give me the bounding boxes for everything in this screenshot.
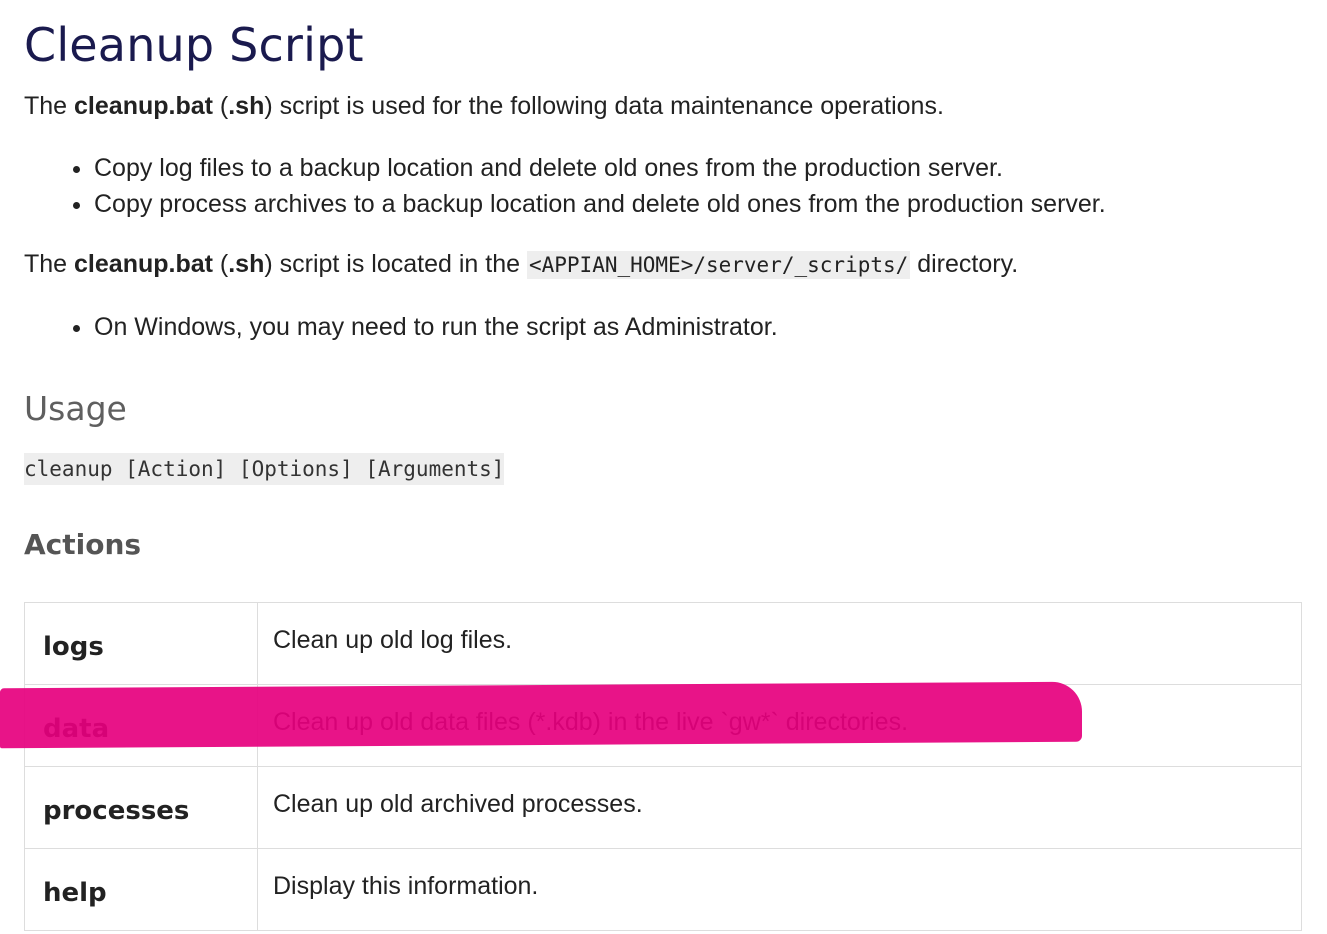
action-name: processes: [24, 766, 258, 849]
list-item: Copy process archives to a backup locati…: [94, 186, 1304, 222]
table-row: data Clean up old data files (*.kdb) in …: [24, 684, 1302, 767]
intro-script-name: cleanup.bat: [74, 92, 213, 120]
intro-paragraph: The cleanup.bat (.sh) script is used for…: [24, 88, 1304, 124]
actions-heading: Actions: [24, 528, 142, 561]
location-open-paren: (: [212, 250, 229, 278]
usage-command-code: cleanup [Action] [Options] [Arguments]: [24, 453, 505, 485]
intro-suffix: ) script is used for the following data …: [264, 92, 944, 120]
location-script-ext: .sh: [228, 250, 265, 278]
location-prefix: The: [24, 250, 75, 278]
table-row: processes Clean up old archived processe…: [24, 766, 1302, 849]
usage-heading: Usage: [24, 389, 127, 428]
intro-prefix: The: [24, 92, 75, 120]
scripts-path-code: <APPIAN_HOME>/server/_scripts/: [526, 251, 911, 279]
action-description: Display this information.: [257, 848, 1302, 931]
document-content: Cleanup Script The cleanup.bat (.sh) scr…: [24, 0, 1304, 563]
action-name: logs: [24, 602, 258, 685]
location-paragraph: The cleanup.bat (.sh) script is located …: [24, 246, 1304, 283]
list-item: Copy log files to a backup location and …: [94, 150, 1304, 186]
actions-table: logs Clean up old log files. data Clean …: [24, 602, 1302, 931]
action-description: Clean up old log files.: [257, 602, 1302, 685]
location-script-name: cleanup.bat: [74, 250, 213, 278]
action-name: data: [24, 684, 258, 767]
table-row: help Display this information.: [24, 848, 1302, 931]
notes-list: On Windows, you may need to run the scri…: [24, 309, 1304, 345]
action-name: help: [24, 848, 258, 931]
operations-list: Copy log files to a backup location and …: [24, 150, 1304, 222]
location-suffix: directory.: [910, 250, 1019, 278]
location-middle: ) script is located in the: [264, 250, 527, 278]
list-item: On Windows, you may need to run the scri…: [94, 309, 1304, 345]
table-row: logs Clean up old log files.: [24, 602, 1302, 685]
action-description: Clean up old archived processes.: [257, 766, 1302, 849]
intro-script-ext: .sh: [228, 92, 265, 120]
page-title: Cleanup Script: [24, 18, 364, 72]
intro-open-paren: (: [212, 92, 229, 120]
action-description: Clean up old data files (*.kdb) in the l…: [257, 684, 1302, 767]
